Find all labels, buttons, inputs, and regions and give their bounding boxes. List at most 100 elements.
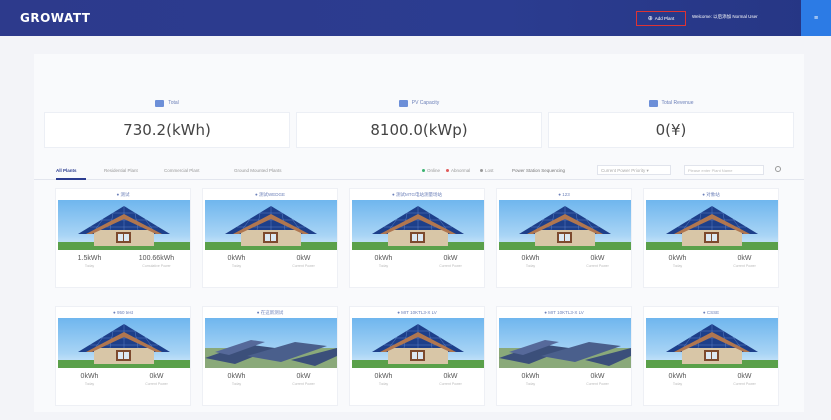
legend-label: Lost	[485, 168, 494, 173]
plant-metrics: 0kWh Today 0kW Current Power	[497, 253, 631, 283]
current-power: 0kW Current Power	[568, 253, 628, 283]
plant-card[interactable]: ● MIT 10KTL3-X LV 0kWh Today 0kW Current…	[349, 306, 485, 406]
current-power: 0kW Current Power	[274, 253, 334, 283]
stat-label: PV Capacity	[411, 100, 440, 106]
plant-image[interactable]	[205, 318, 337, 368]
plant-card[interactable]: ● CSSE 0kWh Today 0kW Current Power	[643, 306, 779, 406]
plant-image[interactable]	[499, 318, 631, 368]
tab-residential-plant[interactable]: Residential Plant	[104, 168, 138, 173]
plant-metrics: 0kWh Today 0kW Current Power	[644, 371, 778, 401]
plant-name[interactable]: ● CSSE	[644, 310, 778, 315]
legend-online[interactable]: Online	[422, 168, 440, 173]
current-power-caption: Current Power	[439, 382, 462, 386]
house-solar-image	[646, 206, 778, 250]
plant-metrics: 0kWh Today 0kW Current Power	[497, 371, 631, 401]
current-power: 0kW Current Power	[421, 253, 481, 283]
current-power: 0kW Current Power	[568, 371, 628, 401]
house-solar-image	[58, 206, 190, 250]
today-energy-caption: Today	[231, 264, 242, 268]
today-energy-value: 0kWh	[374, 255, 393, 262]
today-energy-value: 0kWh	[227, 373, 246, 380]
house-solar-image	[205, 206, 337, 250]
plant-image[interactable]	[58, 318, 190, 368]
today-energy-caption: Today	[84, 264, 95, 268]
main-content: Total 730.2(kWh) PV Capacity 8100.0(kWp)…	[34, 54, 804, 412]
today-energy-caption: Today	[84, 382, 95, 386]
plant-card[interactable]: ● 测试MTG电站测量场站 0kWh Today 0kW Current Pow…	[349, 188, 485, 288]
today-energy-value: 0kWh	[668, 255, 687, 262]
plant-image[interactable]	[646, 200, 778, 250]
plant-name[interactable]: ● 测试	[56, 192, 190, 198]
plant-name[interactable]: ● MIT 10KTL3-X LV	[350, 310, 484, 315]
today-energy-caption: Today	[672, 264, 683, 268]
plant-metrics: 0kWh Today 0kW Current Power	[203, 253, 337, 283]
current-power-caption: Current Power	[292, 382, 315, 386]
today-energy: 0kWh Today	[207, 371, 267, 401]
today-energy: 0kWh Today	[354, 253, 414, 283]
plant-image[interactable]	[646, 318, 778, 368]
today-energy-caption: Today	[525, 382, 536, 386]
current-power-value: 0kW	[443, 255, 458, 262]
current-power-value: 0kW	[296, 255, 311, 262]
today-energy-value: 0kWh	[227, 255, 246, 262]
today-energy-caption: Today	[525, 264, 536, 268]
house-solar-image	[499, 206, 631, 250]
welcome-user-text[interactable]: Welcome: 以后添加 Normal User	[692, 14, 758, 20]
plant-image[interactable]	[499, 200, 631, 250]
plant-card[interactable]: ● MIT 10KTL3-X LV 0kWh Today 0kW Current…	[496, 306, 632, 406]
tab-commercial-plant[interactable]: Commercial Plant	[164, 168, 200, 173]
plant-name[interactable]: ● 测试WEDGE	[203, 192, 337, 198]
stat-total-revenue: Total Revenue 0(¥)	[548, 98, 794, 148]
legend-abnormal[interactable]: Abnormal	[446, 168, 470, 173]
plant-name[interactable]: ● 在这新测试	[203, 310, 337, 316]
stat-value: 8100.0(kWp)	[296, 112, 542, 148]
plant-metrics: 1.5kWh Today 100.66kWh Cumulative Power	[56, 253, 190, 283]
plant-card[interactable]: ● 测试WEDGE 0kWh Today 0kW Current Power	[202, 188, 338, 288]
plant-card[interactable]: ● 123 0kWh Today 0kW Current Power	[496, 188, 632, 288]
current-power: 0kW Current Power	[127, 371, 187, 401]
plant-image[interactable]	[58, 200, 190, 250]
plant-card[interactable]: ● 测试 1.5kWh Today 100.66kWh Cumulative P…	[55, 188, 191, 288]
stat-value: 730.2(kWh)	[44, 112, 290, 148]
plant-card[interactable]: ● 对象站 0kWh Today 0kW Current Power	[643, 188, 779, 288]
plant-search-input[interactable]: Please enter Plant Name	[684, 165, 764, 175]
plant-name[interactable]: ● 123	[497, 192, 631, 197]
revenue-icon	[648, 99, 658, 107]
sort-select[interactable]: Current Power Priority ▾	[597, 165, 671, 175]
plant-name[interactable]: ● 测试MTG电站测量场站	[350, 192, 484, 198]
today-energy: 0kWh Today	[648, 371, 708, 401]
today-energy-caption: Today	[231, 382, 242, 386]
today-energy-caption: Today	[672, 382, 683, 386]
current-power: 0kW Current Power	[274, 371, 334, 401]
plant-image[interactable]	[352, 318, 484, 368]
plant-name[interactable]: ● MIT 10KTL3-X LV	[497, 310, 631, 315]
house-solar-image	[352, 324, 484, 368]
menu-icon[interactable]: ≡	[801, 0, 831, 36]
plant-metrics: 0kWh Today 0kW Current Power	[56, 371, 190, 401]
stat-label: Total Revenue	[661, 100, 694, 106]
plant-card[interactable]: ● 在这新测试 0kWh Today 0kW Current Power	[202, 306, 338, 406]
growatt-logo[interactable]: GROWATT	[20, 11, 91, 25]
plant-filter-bar: All Plants Residential Plant Commercial …	[34, 164, 804, 180]
search-icon[interactable]	[775, 166, 781, 172]
add-plant-button[interactable]: ⊕ Add Plant	[636, 11, 686, 26]
current-power-caption: Current Power	[145, 382, 168, 386]
plant-image[interactable]	[352, 200, 484, 250]
sort-value: Current Power Priority	[601, 168, 646, 173]
plant-name[interactable]: ● 对象站	[644, 192, 778, 198]
stat-total-energy: Total 730.2(kWh)	[44, 98, 290, 148]
plant-name[interactable]: ● 950 test	[56, 310, 190, 315]
today-energy-value: 0kWh	[521, 255, 540, 262]
current-power-caption: Current Power	[586, 264, 609, 268]
tab-all-plants[interactable]: All Plants	[56, 168, 77, 173]
current-power-value: 0kW	[590, 373, 605, 380]
plant-card[interactable]: ● 950 test 0kWh Today 0kW Current Power	[55, 306, 191, 406]
plant-image[interactable]	[205, 200, 337, 250]
legend-label: Online	[427, 168, 441, 173]
tab-ground-mounted-plants[interactable]: Ground Mounted Plants	[234, 168, 282, 173]
today-energy: 0kWh Today	[648, 253, 708, 283]
today-energy: 0kWh Today	[501, 253, 561, 283]
today-energy-caption: Today	[378, 382, 389, 386]
plant-metrics: 0kWh Today 0kW Current Power	[644, 253, 778, 283]
legend-lost[interactable]: Lost	[480, 168, 494, 173]
